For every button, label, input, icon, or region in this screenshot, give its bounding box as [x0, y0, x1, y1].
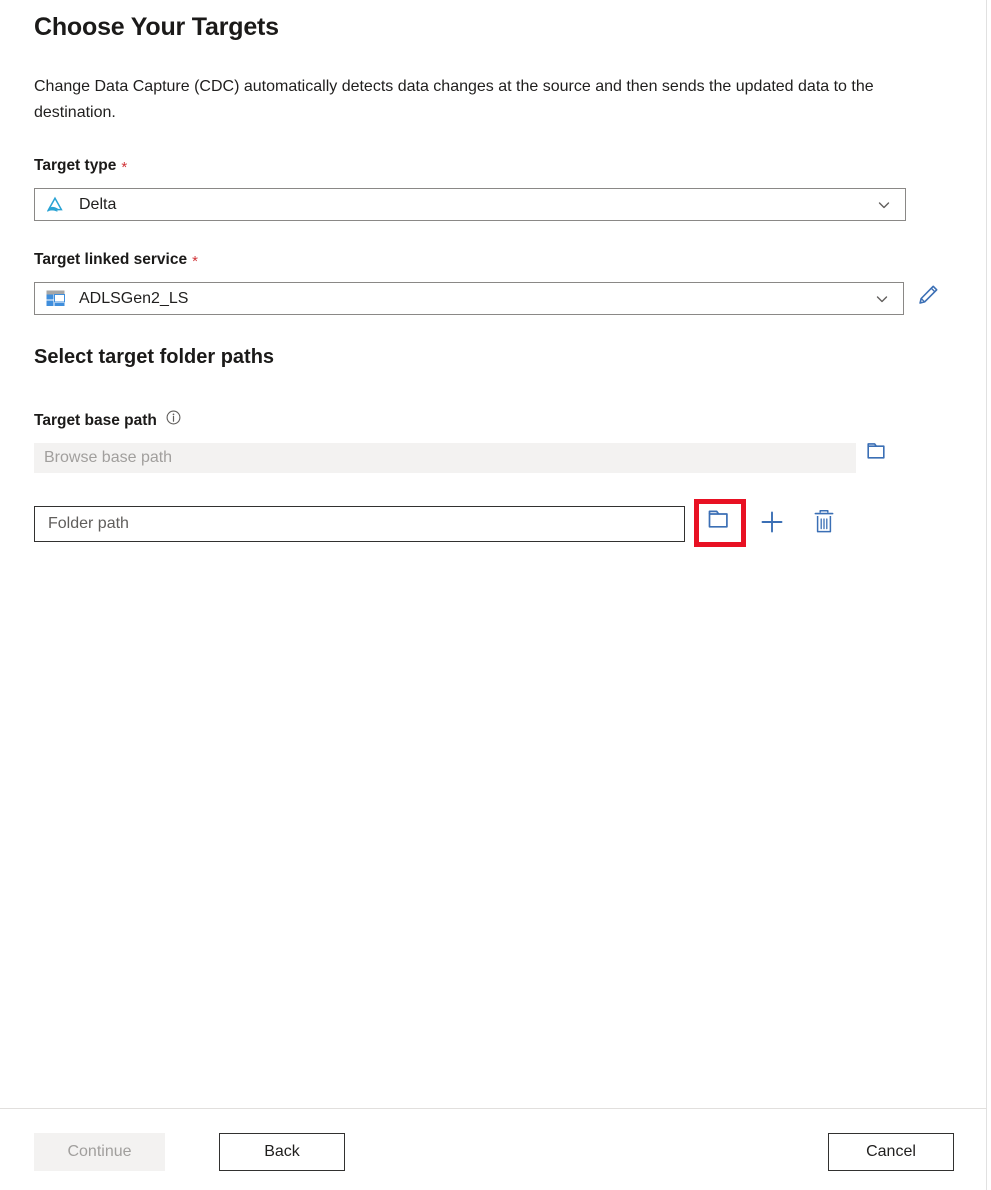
- required-asterisk: *: [121, 160, 127, 175]
- delta-lake-icon: [45, 195, 65, 215]
- cancel-button[interactable]: Cancel: [828, 1133, 954, 1171]
- adls-gen2-icon: [45, 289, 65, 309]
- wizard-page: Choose Your Targets Change Data Capture …: [0, 0, 987, 1190]
- highlight-box: [694, 499, 746, 547]
- browse-folder-path-button[interactable]: [705, 508, 735, 538]
- target-type-label: Target type *: [34, 157, 906, 175]
- required-asterisk: *: [192, 254, 198, 269]
- continue-button[interactable]: Continue: [34, 1133, 165, 1171]
- linked-service-label: Target linked service *: [34, 251, 904, 269]
- wizard-footer: Continue Back Cancel: [0, 1109, 987, 1190]
- target-type-dropdown[interactable]: Delta: [34, 188, 906, 221]
- linked-service-value: ADLSGen2_LS: [79, 290, 188, 308]
- target-type-value: Delta: [79, 196, 116, 214]
- back-button[interactable]: Back: [219, 1133, 345, 1171]
- target-type-label-text: Target type: [34, 157, 116, 175]
- base-path-input[interactable]: Browse base path: [34, 443, 856, 473]
- add-folder-path-button[interactable]: [757, 509, 787, 539]
- folder-paths-section-title: Select target folder paths: [34, 346, 274, 369]
- target-type-field: Target type * Delta: [34, 157, 906, 221]
- base-path-label-text: Target base path: [34, 412, 157, 430]
- folder-path-input[interactable]: Folder path: [34, 506, 685, 542]
- folder-icon: [866, 442, 890, 469]
- base-path-field: Target base path Browse base path: [34, 412, 856, 473]
- folder-path-row: Folder path: [34, 500, 839, 548]
- chevron-down-icon: [875, 292, 889, 306]
- page-description: Change Data Capture (CDC) automatically …: [34, 74, 914, 126]
- base-path-placeholder: Browse base path: [44, 449, 172, 467]
- chevron-down-icon: [877, 198, 891, 212]
- folder-path-placeholder: Folder path: [48, 515, 129, 533]
- base-path-label: Target base path: [34, 412, 856, 430]
- browse-base-path-button[interactable]: [864, 441, 892, 469]
- trash-icon: [812, 509, 836, 540]
- linked-service-label-text: Target linked service: [34, 251, 187, 269]
- edit-linked-service-button[interactable]: [914, 283, 942, 311]
- folder-icon: [707, 509, 733, 538]
- linked-service-dropdown[interactable]: ADLSGen2_LS: [34, 282, 904, 315]
- linked-service-field: Target linked service * ADLSGen2_LS: [34, 251, 904, 315]
- pencil-icon: [915, 282, 941, 313]
- info-icon[interactable]: [166, 410, 181, 425]
- plus-icon: [758, 508, 786, 541]
- page-title: Choose Your Targets: [34, 13, 279, 42]
- delete-folder-path-button[interactable]: [809, 509, 839, 539]
